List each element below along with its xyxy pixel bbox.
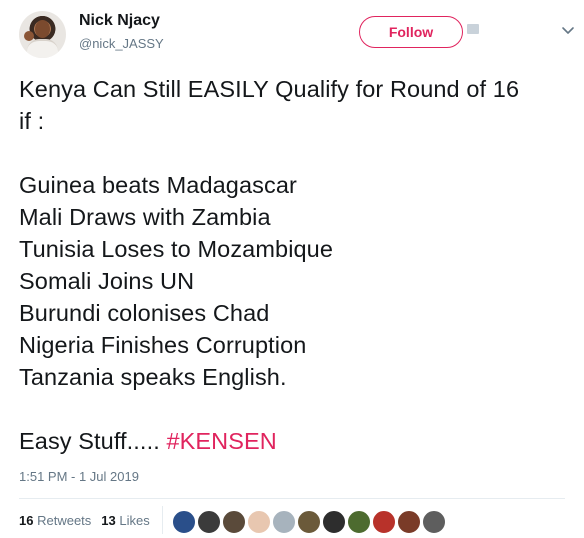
likes-stat[interactable]: 13 Likes [101, 513, 149, 528]
tweet-text: Kenya Can Still EASILY Qualify for Round… [19, 73, 579, 457]
liker-avatar-10[interactable] [397, 510, 421, 534]
tweet-card: Nick Njacy @nick_JASSY Follow Kenya Can … [0, 0, 584, 538]
liker-avatar-6[interactable] [297, 510, 321, 534]
tweet-line: Tanzania speaks English. [19, 364, 287, 390]
retweets-count: 16 [19, 513, 34, 528]
chevron-down-icon[interactable] [560, 22, 576, 38]
liker-avatar-9[interactable] [372, 510, 396, 534]
tweet-line: Mali Draws with Zambia [19, 204, 271, 230]
avatar-hand [24, 31, 34, 41]
liker-avatar-8[interactable] [347, 510, 371, 534]
tweet-stats: 16 Retweets 13 Likes [19, 513, 160, 528]
likers-list [172, 510, 447, 534]
liker-avatar-3[interactable] [222, 510, 246, 534]
liker-avatar-5[interactable] [272, 510, 296, 534]
likes-count: 13 [101, 513, 116, 528]
likes-label: Likes [119, 513, 150, 528]
liker-avatar-11[interactable] [422, 510, 446, 534]
tweet-closing-line: Easy Stuff..... #KENSEN [19, 425, 579, 457]
user-handle[interactable]: @nick_JASSY [79, 36, 164, 51]
tweet-line: if : [19, 108, 45, 134]
tweet-line: Nigeria Finishes Corruption [19, 332, 307, 358]
avatar-face [35, 20, 50, 38]
liker-avatar-2[interactable] [197, 510, 221, 534]
retweets-stat[interactable]: 16 Retweets [19, 513, 91, 528]
avatar[interactable] [19, 11, 66, 58]
liker-avatar-4[interactable] [247, 510, 271, 534]
hashtag-link[interactable]: #KENSEN [166, 428, 276, 454]
retweets-label: Retweets [37, 513, 92, 528]
tweet-line: Burundi colonises Chad [19, 300, 270, 326]
tweet-line: Guinea beats Madagascar [19, 172, 297, 198]
tweet-timestamp[interactable]: 1:51 PM - 1 Jul 2019 [19, 469, 139, 484]
follow-badge-icon [467, 24, 479, 34]
display-name[interactable]: Nick Njacy [79, 12, 160, 30]
closing-text: Easy Stuff..... [19, 428, 167, 454]
tweet-line: Kenya Can Still EASILY Qualify for Round… [19, 76, 520, 102]
tweet-line: Tunisia Loses to Mozambique [19, 236, 334, 262]
follow-button[interactable]: Follow [359, 16, 463, 48]
divider [19, 498, 565, 499]
liker-avatar-7[interactable] [322, 510, 346, 534]
avatar-shirt [27, 39, 58, 58]
stats-separator [162, 506, 163, 534]
liker-avatar-1[interactable] [172, 510, 196, 534]
tweet-line: Somali Joins UN [19, 268, 195, 294]
